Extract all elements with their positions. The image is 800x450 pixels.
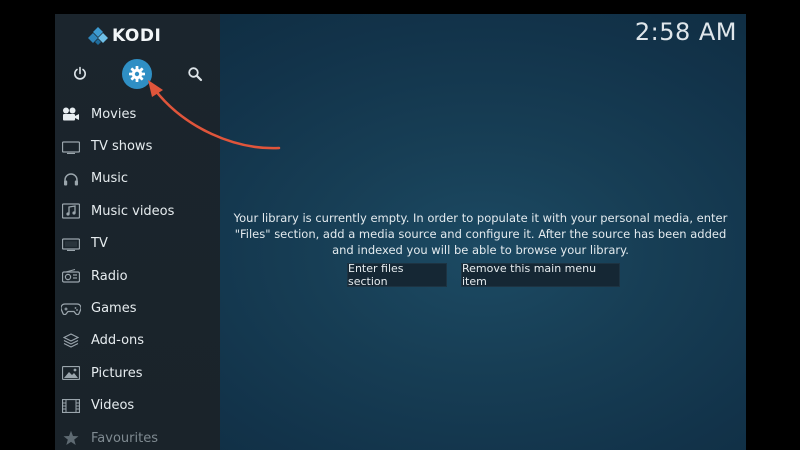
gear-icon: [129, 66, 145, 82]
menu-label: Movies: [91, 106, 137, 122]
power-button[interactable]: [65, 59, 95, 89]
addons-icon: [61, 331, 81, 351]
menu-item-movies[interactable]: Movies: [55, 98, 220, 130]
menu-label: Music: [91, 171, 128, 187]
menu-label: Music videos: [91, 203, 175, 219]
search-icon: [188, 67, 203, 82]
menu-item-tv-shows[interactable]: TV shows: [55, 130, 220, 162]
kodi-screen: KODI Movies TV shows Music Music videos …: [55, 14, 746, 450]
menu-label: TV: [91, 236, 108, 252]
pictures-icon: [61, 363, 81, 383]
empty-library-message: Your library is currently empty. In orde…: [233, 211, 728, 257]
menu-label: Favourites: [91, 430, 158, 446]
menu-item-pictures[interactable]: Pictures: [55, 357, 220, 389]
tv-shows-icon: [61, 137, 81, 157]
menu-item-videos[interactable]: Videos: [55, 390, 220, 422]
gamepad-icon: [61, 299, 81, 319]
enter-files-section-button[interactable]: Enter files section: [347, 262, 447, 288]
menu-label: Videos: [91, 398, 135, 414]
remove-menu-item-button[interactable]: Remove this main menu item: [461, 262, 620, 288]
menu-label: TV shows: [91, 139, 153, 155]
radio-icon: [61, 266, 81, 286]
music-video-icon: [61, 201, 81, 221]
menu-item-favourites[interactable]: Favourites: [55, 422, 220, 450]
menu-item-games[interactable]: Games: [55, 292, 220, 324]
main-menu: Movies TV shows Music Music videos TV Ra…: [55, 98, 220, 450]
logo-text: KODI: [112, 26, 162, 46]
menu-item-music-videos[interactable]: Music videos: [55, 195, 220, 227]
star-icon: [61, 428, 81, 448]
menu-label: Radio: [91, 268, 128, 284]
kodi-logo-icon: [88, 27, 108, 45]
menu-item-radio[interactable]: Radio: [55, 260, 220, 292]
tv-icon: [61, 234, 81, 254]
settings-button[interactable]: [122, 59, 152, 89]
search-button[interactable]: [180, 59, 210, 89]
kodi-logo: KODI: [88, 26, 161, 46]
menu-label: Pictures: [91, 365, 143, 381]
clock: 2:58 AM: [634, 18, 737, 46]
menu-item-music[interactable]: Music: [55, 163, 220, 195]
menu-label: Games: [91, 301, 137, 317]
videos-icon: [61, 396, 81, 416]
movies-icon: [61, 104, 81, 124]
menu-item-tv[interactable]: TV: [55, 228, 220, 260]
sidebar: KODI Movies TV shows Music Music videos …: [55, 14, 220, 450]
menu-item-addons[interactable]: Add-ons: [55, 325, 220, 357]
power-icon: [74, 66, 86, 80]
headphones-icon: [61, 169, 81, 189]
menu-label: Add-ons: [91, 333, 145, 349]
